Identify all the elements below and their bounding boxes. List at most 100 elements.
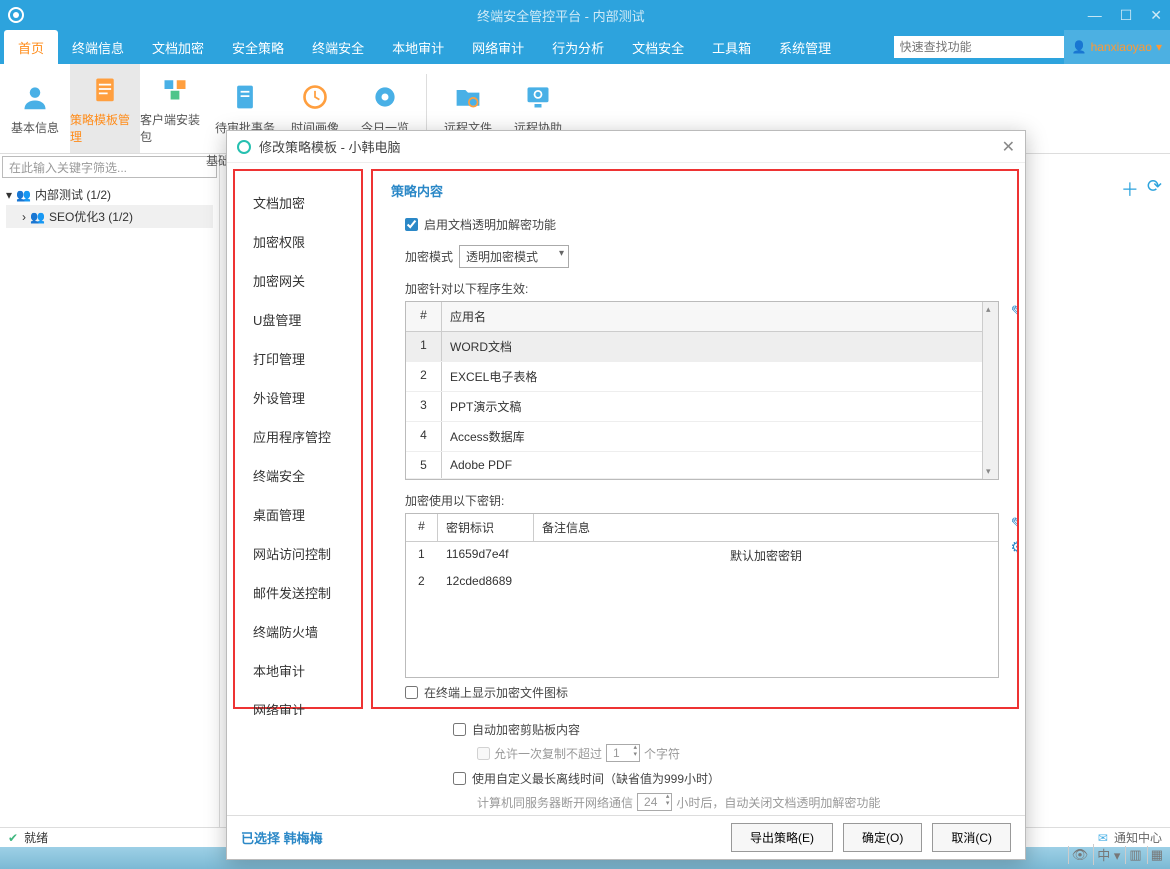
offline2-value[interactable]: 24 xyxy=(637,793,672,811)
tab-doc-security[interactable]: 文档安全 xyxy=(618,30,698,64)
expand-icon[interactable]: › xyxy=(22,210,26,224)
show-icon-checkbox[interactable] xyxy=(405,686,418,699)
titlebar: 终端安全管控平台 - 内部测试 — ☐ ✕ xyxy=(0,0,1170,30)
tab-home[interactable]: 首页 xyxy=(4,30,58,64)
offline2-prefix: 计算机同服务器断开网络通信 xyxy=(477,794,633,811)
search-input[interactable] xyxy=(894,36,1064,58)
policy-template-dialog: 修改策略模板 - 小韩电脑 ✕ 文档加密 加密权限 加密网关 U盘管理 打印管理… xyxy=(226,130,1026,860)
chevron-down-icon: ▾ xyxy=(1156,40,1162,54)
side-usb-manage[interactable]: U盘管理 xyxy=(235,300,361,339)
auto-clip-label: 自动加密剪贴板内容 xyxy=(472,721,580,738)
enable-encrypt-checkbox[interactable] xyxy=(405,218,418,231)
tab-terminal-info[interactable]: 终端信息 xyxy=(58,30,138,64)
key-row[interactable]: 2 12cded8689 xyxy=(406,569,998,593)
clock-icon xyxy=(299,81,331,113)
content-heading: 策略内容 xyxy=(391,181,999,200)
btn-basic-info[interactable]: 基本信息 xyxy=(0,64,70,153)
side-web-access[interactable]: 网站访问控制 xyxy=(235,534,361,573)
window-title: 终端安全管控平台 - 内部测试 xyxy=(34,6,1088,25)
folder-icon xyxy=(452,81,484,113)
side-local-audit[interactable]: 本地审计 xyxy=(235,651,361,690)
auto-clip-checkbox[interactable] xyxy=(453,723,466,736)
view-icon[interactable]: 👁 xyxy=(1068,846,1092,864)
tree-root-label: 内部测试 (1/2) xyxy=(35,186,111,203)
table-row[interactable]: 5Adobe PDF xyxy=(406,452,982,479)
copy-limit-value[interactable]: 1 xyxy=(606,744,640,762)
copy-limit-checkbox xyxy=(477,747,490,760)
btn-client-installer[interactable]: 客户端安装包 xyxy=(140,64,210,153)
keys-edit-icon[interactable]: ✎ xyxy=(1011,514,1019,534)
offline-checkbox[interactable] xyxy=(453,772,466,785)
keys-gear-icon[interactable]: ⚙ xyxy=(1011,538,1019,556)
add-icon[interactable]: ＋ xyxy=(1121,176,1139,202)
minimize-icon[interactable]: — xyxy=(1088,7,1102,24)
side-firewall[interactable]: 终端防火墙 xyxy=(235,612,361,651)
tab-toolbox[interactable]: 工具箱 xyxy=(698,30,765,64)
tab-security-policy[interactable]: 安全策略 xyxy=(218,30,298,64)
selected-label: 已选择 韩梅梅 xyxy=(241,828,323,847)
layout-icon[interactable]: ▥ xyxy=(1125,846,1144,864)
apps-edit-icon[interactable]: ✎ xyxy=(1011,302,1019,322)
export-policy-button[interactable]: 导出策略(E) xyxy=(731,823,833,852)
mail-icon[interactable]: ✉ xyxy=(1098,831,1108,845)
tab-sys-manage[interactable]: 系统管理 xyxy=(765,30,845,64)
mode-select[interactable]: 透明加密模式 xyxy=(459,245,569,268)
close-icon[interactable]: ✕ xyxy=(1150,7,1162,24)
side-encrypt-perm[interactable]: 加密权限 xyxy=(235,222,361,261)
side-peripheral-manage[interactable]: 外设管理 xyxy=(235,378,361,417)
tree-child-label: SEO优化3 (1/2) xyxy=(49,208,133,225)
side-network-audit[interactable]: 网络审计 xyxy=(235,690,361,715)
app-icon xyxy=(8,7,24,23)
expand-icon[interactable]: ▾ xyxy=(6,188,12,202)
dialog-close-icon[interactable]: ✕ xyxy=(1002,137,1015,157)
tab-terminal-security[interactable]: 终端安全 xyxy=(298,30,378,64)
user-menu[interactable]: 👤 hanxiaoyao ▾ xyxy=(1064,30,1170,64)
tab-doc-encrypt[interactable]: 文档加密 xyxy=(138,30,218,64)
table-row[interactable]: 1WORD文档 xyxy=(406,332,982,362)
tab-behavior[interactable]: 行为分析 xyxy=(538,30,618,64)
kth-num: # xyxy=(406,514,438,541)
refresh-icon[interactable]: ⟳ xyxy=(1147,176,1162,202)
side-doc-encrypt[interactable]: 文档加密 xyxy=(235,183,361,222)
cancel-button[interactable]: 取消(C) xyxy=(932,823,1011,852)
package-icon xyxy=(159,73,191,105)
apps-scrollbar[interactable] xyxy=(982,302,998,479)
th-num: # xyxy=(406,302,442,331)
status-ok-icon: ✔ xyxy=(8,831,18,845)
table-row[interactable]: 4Access数据库 xyxy=(406,422,982,452)
dialog-content: 策略内容 启用文档透明加解密功能 加密模式 透明加密模式 加密针对以下程序生效:… xyxy=(371,169,1019,709)
offline-label: 使用自定义最长离线时间（缺省值为999小时） xyxy=(472,770,720,787)
dialog-sidebar: 文档加密 加密权限 加密网关 U盘管理 打印管理 外设管理 应用程序管控 终端安… xyxy=(233,169,363,709)
bottom-right-tray: 👁 中 ▾ ▥ ▦ xyxy=(1068,844,1166,865)
side-desktop-manage[interactable]: 桌面管理 xyxy=(235,495,361,534)
eye-icon xyxy=(369,81,401,113)
document-icon xyxy=(229,81,261,113)
group-icon: 👥 xyxy=(30,210,45,224)
side-encrypt-gateway[interactable]: 加密网关 xyxy=(235,261,361,300)
table-row[interactable]: 2EXCEL电子表格 xyxy=(406,362,982,392)
maximize-icon[interactable]: ☐ xyxy=(1120,7,1133,24)
table-row[interactable]: 3PPT演示文稿 xyxy=(406,392,982,422)
side-print-manage[interactable]: 打印管理 xyxy=(235,339,361,378)
kth-id: 密钥标识 xyxy=(438,514,534,541)
copy-limit-suffix: 个字符 xyxy=(644,745,680,762)
side-mail-control[interactable]: 邮件发送控制 xyxy=(235,573,361,612)
tab-local-audit[interactable]: 本地审计 xyxy=(378,30,458,64)
tree-filter-input[interactable]: 在此输入关键字筛选... xyxy=(2,156,217,178)
side-app-control[interactable]: 应用程序管控 xyxy=(235,417,361,456)
th-app: 应用名 xyxy=(442,302,982,331)
tab-network-audit[interactable]: 网络审计 xyxy=(458,30,538,64)
btn-policy-template[interactable]: 策略模板管理 xyxy=(70,64,140,153)
keys-table: ✎ ⚙ # 密钥标识 备注信息 1 11659d7e4f 默认加密密钥 2 12… xyxy=(405,513,999,678)
mode-label: 加密模式 xyxy=(405,248,453,265)
left-tree-pane: 在此输入关键字筛选... ▾ 👥 内部测试 (1/2) › 👥 SEO优化3 (… xyxy=(0,154,220,827)
status-text: 就绪 xyxy=(24,829,48,846)
grid-icon[interactable]: ▦ xyxy=(1147,846,1166,864)
tree-root[interactable]: ▾ 👥 内部测试 (1/2) xyxy=(6,184,213,205)
copy-limit-prefix: 允许一次复制不超过 xyxy=(494,745,602,762)
zh-icon[interactable]: 中 ▾ xyxy=(1093,844,1123,865)
key-row[interactable]: 1 11659d7e4f 默认加密密钥 xyxy=(406,542,998,569)
side-terminal-security[interactable]: 终端安全 xyxy=(235,456,361,495)
ok-button[interactable]: 确定(O) xyxy=(843,823,922,852)
tree-child[interactable]: › 👥 SEO优化3 (1/2) xyxy=(6,205,213,228)
